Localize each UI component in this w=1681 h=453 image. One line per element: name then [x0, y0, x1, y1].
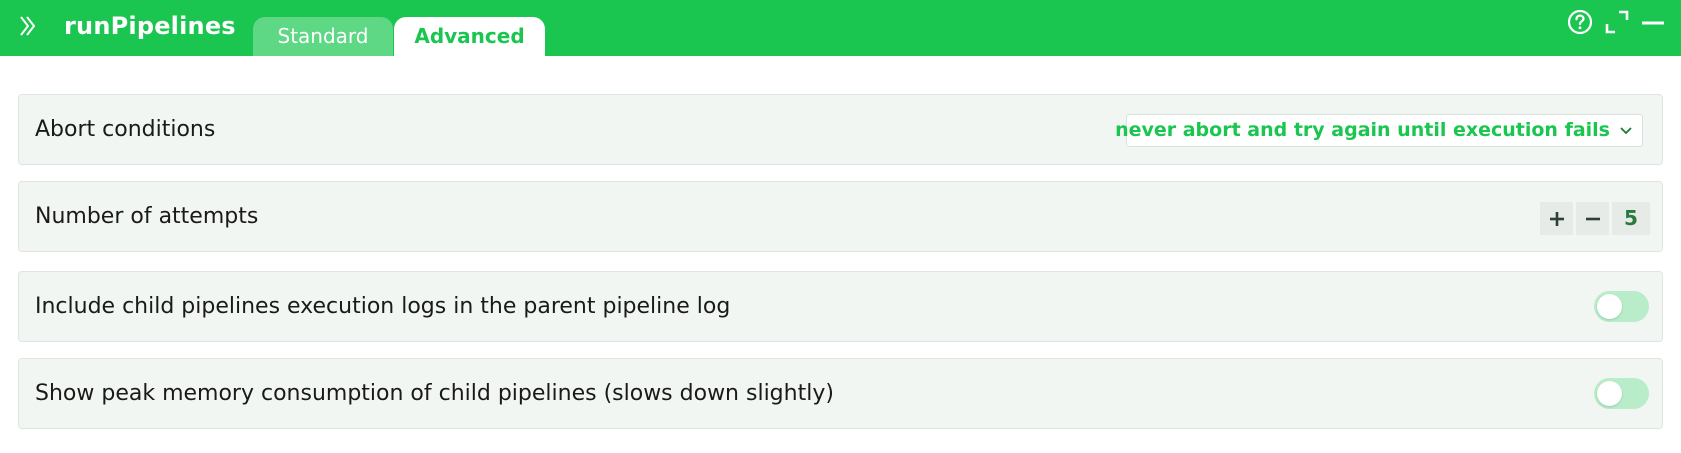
decrement-button[interactable]: [1576, 202, 1609, 235]
minus-icon: [1585, 217, 1600, 220]
include-child-logs-row: Include child pipelines execution logs i…: [18, 271, 1663, 342]
attempts-value[interactable]: 5: [1612, 202, 1650, 235]
app-title: runPipelines: [64, 12, 236, 40]
abort-conditions-value: never abort and try again until executio…: [1115, 119, 1610, 141]
toggle-knob: [1597, 381, 1622, 406]
toggle-knob: [1597, 294, 1622, 319]
tab-advanced[interactable]: Advanced: [394, 17, 545, 56]
plus-icon: [1549, 211, 1564, 226]
minimize-icon[interactable]: [1637, 6, 1669, 38]
number-of-attempts-label: Number of attempts: [35, 204, 259, 229]
peak-memory-label: Show peak memory consumption of child pi…: [35, 381, 834, 406]
chevron-down-icon: [1618, 123, 1634, 139]
abort-conditions-row: Abort conditions never abort and try aga…: [18, 94, 1663, 165]
header-bar: runPipelines Standard Advanced: [0, 0, 1681, 56]
peak-memory-row: Show peak memory consumption of child pi…: [18, 358, 1663, 429]
peak-memory-toggle[interactable]: [1594, 378, 1649, 409]
abort-conditions-select[interactable]: never abort and try again until executio…: [1115, 114, 1643, 147]
include-child-logs-label: Include child pipelines execution logs i…: [35, 294, 731, 319]
include-child-logs-toggle[interactable]: [1594, 291, 1649, 322]
help-icon[interactable]: [1564, 6, 1596, 38]
expand-icon[interactable]: [14, 12, 42, 40]
increment-button[interactable]: [1540, 202, 1573, 235]
abort-conditions-label: Abort conditions: [35, 117, 216, 142]
fullscreen-icon[interactable]: [1601, 6, 1633, 38]
number-of-attempts-row: Number of attempts 5: [18, 181, 1663, 252]
tab-standard[interactable]: Standard: [253, 17, 393, 56]
